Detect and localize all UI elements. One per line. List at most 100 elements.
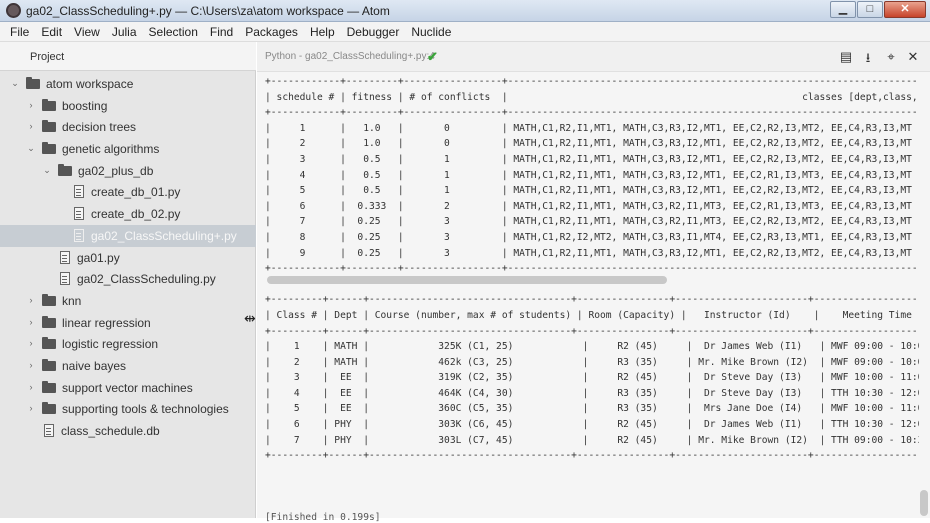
file-tree: ⌄ atom workspace › boosting › decision trees ⌄… bbox=[0, 73, 256, 442]
folder-icon bbox=[42, 142, 56, 155]
folder-icon bbox=[58, 163, 72, 176]
tree-item-label: knn bbox=[62, 293, 82, 308]
menu-bar: File Edit View Julia Selection Find Packages He… bbox=[0, 22, 930, 42]
console-line: | schedule # | fitness | # of conflicts … bbox=[265, 91, 919, 103]
tree-item-label: naive bayes bbox=[62, 358, 127, 373]
tree-item-label: ga02_ClassScheduling+.py bbox=[91, 228, 237, 243]
window-controls: ▁ □ ✕ bbox=[829, 1, 926, 18]
menu-nuclide[interactable]: Nuclide bbox=[405, 22, 457, 41]
chevron-down-icon[interactable]: ⌄ bbox=[26, 143, 36, 154]
script-output-pane: Python - ga02_ClassScheduling+.py:4 ✔ ▤ … bbox=[257, 42, 930, 523]
console-line: | 9 | 0.25 | 3 | MATH,C1,R2,I1,MT1, MATH… bbox=[265, 247, 912, 259]
tree-folder[interactable]: › support vector machines bbox=[0, 377, 256, 399]
console-line: | 6 | PHY | 303K (C6, 45) | R2 (45) | Dr… bbox=[265, 419, 919, 431]
console-line: | 3 | EE | 319K (C2, 35) | R2 (45) | Dr … bbox=[265, 372, 919, 384]
tree-folder[interactable]: › knn bbox=[0, 290, 256, 312]
chevron-right-icon[interactable]: › bbox=[26, 382, 36, 392]
console-line: +---------+------+----------------------… bbox=[265, 325, 919, 337]
tree-item-label: atom workspace bbox=[46, 77, 134, 91]
console-line: | 5 | 0.5 | 1 | MATH,C1,R2,I1,MT1, MATH,… bbox=[265, 185, 912, 197]
project-tab[interactable]: Project bbox=[0, 42, 256, 71]
tree-folder[interactable]: › supporting tools & technologies bbox=[0, 398, 256, 420]
menu-help[interactable]: Help bbox=[304, 22, 341, 41]
chevron-right-icon[interactable]: › bbox=[26, 403, 36, 413]
tree-item-label: logistic regression bbox=[62, 337, 159, 352]
menu-edit[interactable]: Edit bbox=[35, 22, 68, 41]
console-line: +---------+------+----------------------… bbox=[265, 450, 919, 462]
tree-item-label: decision trees bbox=[62, 120, 137, 135]
chevron-right-icon[interactable]: › bbox=[26, 317, 36, 327]
title-bar: ga02_ClassScheduling+.py — C:\Users\za\a… bbox=[0, 0, 930, 22]
pane-title: Python - ga02_ClassScheduling+.py:4 bbox=[265, 51, 435, 62]
tree-folder[interactable]: ⌄ ga02_plus_db bbox=[0, 160, 256, 182]
console-line: +------------+---------+----------------… bbox=[265, 263, 919, 275]
menu-debugger[interactable]: Debugger bbox=[341, 22, 406, 41]
pane-header: Python - ga02_ClassScheduling+.py:4 ✔ ▤ … bbox=[257, 42, 930, 72]
chevron-right-icon[interactable]: › bbox=[26, 121, 36, 131]
tree-file[interactable]: ga02_ClassScheduling+.py bbox=[0, 224, 256, 247]
menu-julia[interactable]: Julia bbox=[106, 22, 143, 41]
tree-folder[interactable]: › logistic regression bbox=[0, 333, 256, 355]
tree-folder[interactable]: ⌄ atom workspace bbox=[0, 73, 256, 95]
tree-folder[interactable]: › boosting bbox=[0, 95, 256, 117]
folder-icon bbox=[42, 293, 56, 306]
tree-item-label: support vector machines bbox=[62, 380, 193, 395]
folder-icon bbox=[42, 402, 56, 415]
file-icon bbox=[60, 250, 70, 264]
tree-file[interactable]: ga02_ClassScheduling.py bbox=[0, 268, 256, 290]
copy-icon[interactable]: ▤ bbox=[839, 49, 853, 65]
tree-item-label: ga02_plus_db bbox=[78, 163, 154, 178]
menu-packages[interactable]: Packages bbox=[239, 22, 304, 41]
close-pane-icon[interactable]: ✕ bbox=[906, 49, 920, 65]
project-sidebar: Project ⌄ atom workspace › boosting › decisio… bbox=[0, 42, 256, 518]
tree-folder[interactable]: › decision trees bbox=[0, 116, 256, 138]
tree-file[interactable]: create_db_02.py bbox=[0, 203, 256, 225]
folder-icon bbox=[42, 98, 56, 111]
tree-item-label: boosting bbox=[62, 98, 108, 113]
menu-view[interactable]: View bbox=[68, 22, 106, 41]
tree-file[interactable]: class_schedule.db bbox=[0, 420, 256, 442]
chevron-right-icon[interactable]: › bbox=[26, 360, 36, 370]
console-output: +------------+---------+----------------… bbox=[265, 74, 919, 514]
file-icon bbox=[60, 272, 70, 286]
folder-icon bbox=[42, 358, 56, 371]
console-line: | 2 | 1.0 | 0 | MATH,C1,R2,I1,MT1, MATH,… bbox=[265, 138, 912, 150]
tree-folder[interactable]: › linear regression bbox=[0, 312, 256, 334]
console-line: +---------+------+----------------------… bbox=[265, 294, 919, 306]
console-line: | 3 | 0.5 | 1 | MATH,C1,R2,I1,MT1, MATH,… bbox=[265, 153, 912, 165]
atom-logo-icon bbox=[6, 3, 21, 18]
console-line: | 5 | EE | 360C (C5, 35) | R3 (35) | Mrs… bbox=[265, 403, 919, 415]
chevron-right-icon[interactable]: › bbox=[26, 338, 36, 348]
chevron-down-icon[interactable]: ⌄ bbox=[42, 165, 52, 176]
menu-find[interactable]: Find bbox=[204, 22, 239, 41]
tree-item-label: linear regression bbox=[62, 315, 151, 330]
chevron-right-icon[interactable]: › bbox=[26, 100, 36, 110]
console-line: | 2 | MATH | 462k (C3, 25) | R3 (35) | M… bbox=[265, 356, 919, 368]
resize-handle-icon[interactable]: ⇹ bbox=[244, 310, 256, 327]
chevron-down-icon[interactable]: ⌄ bbox=[10, 78, 20, 89]
tree-folder[interactable]: ⌄ genetic algorithms bbox=[0, 138, 256, 160]
tree-item-label: ga01.py bbox=[77, 250, 120, 265]
check-icon: ✔ bbox=[427, 49, 438, 64]
vertical-scrollbar[interactable] bbox=[920, 490, 928, 516]
file-icon bbox=[74, 228, 84, 242]
file-icon bbox=[74, 207, 84, 221]
tree-file[interactable]: ga01.py bbox=[0, 247, 256, 269]
console-line: +------------+---------+----------------… bbox=[265, 107, 919, 119]
maximize-button[interactable]: □ bbox=[857, 1, 883, 18]
settings-icon[interactable]: ⌖ bbox=[884, 49, 898, 65]
menu-file[interactable]: File bbox=[4, 22, 35, 41]
tree-folder[interactable]: › naive bayes bbox=[0, 355, 256, 377]
tree-item-label: class_schedule.db bbox=[61, 424, 160, 438]
download-icon[interactable]: ⭳ bbox=[861, 49, 875, 71]
console-line: | 7 | PHY | 303L (C7, 45) | R2 (45) | Mr… bbox=[265, 434, 919, 446]
close-button[interactable]: ✕ bbox=[884, 1, 926, 18]
tree-item-label: supporting tools & technologies bbox=[62, 402, 229, 417]
tree-file[interactable]: create_db_01.py bbox=[0, 181, 256, 203]
chevron-right-icon[interactable]: › bbox=[26, 295, 36, 305]
horizontal-scrollbar[interactable] bbox=[267, 276, 667, 284]
minimize-button[interactable]: ▁ bbox=[830, 1, 856, 18]
console-line: | 6 | 0.333 | 2 | MATH,C1,R2,I1,MT1, MAT… bbox=[265, 200, 912, 212]
console-line: +------------+---------+----------------… bbox=[265, 76, 919, 87]
menu-selection[interactable]: Selection bbox=[143, 22, 204, 41]
